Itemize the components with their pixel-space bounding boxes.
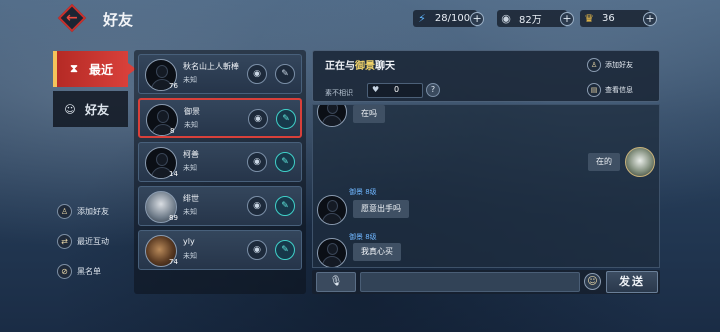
add-friend-label: 添加好友 (605, 61, 633, 69)
view-eye-icon[interactable]: ◉ (248, 109, 268, 129)
energy-counter: ⚡ 28/100 + (413, 10, 484, 27)
smiley-icon: ☺ (587, 276, 598, 287)
emoji-button[interactable]: ☺ (584, 273, 601, 290)
help-button[interactable]: ? (426, 83, 440, 97)
friend-status: 未知 (183, 164, 197, 172)
add-friend-side-label: 添加好友 (77, 206, 109, 216)
hourglass-icon: ⧗ (70, 62, 78, 75)
chat-brush-icon[interactable]: ✎ (275, 240, 295, 260)
view-eye-icon[interactable]: ◉ (247, 196, 267, 216)
chat-brush-icon[interactable]: ✎ (276, 109, 296, 129)
send-button[interactable]: 发送 (606, 271, 658, 293)
coin-counter: ◉ 82万 + (497, 10, 574, 27)
friend-card[interactable]: 76 秋名山上人斬棒 未知 ◉ ✎ (138, 54, 302, 94)
friend-card[interactable]: 89 绯世 未知 ◉ ✎ (138, 186, 302, 226)
friend-card[interactable]: 14 柯善 未知 ◉ ✎ (138, 142, 302, 182)
back-button[interactable]: ← (57, 3, 87, 33)
chat-title: 正在与御景聊天 (325, 61, 395, 72)
message-bubble: 在吗 (353, 105, 385, 123)
message-bubble: 我真心买 (353, 243, 401, 261)
back-arrow-icon: ← (57, 3, 87, 33)
add-crown-button[interactable]: + (643, 11, 657, 26)
blacklist-label: 黑名单 (77, 266, 101, 276)
intimacy-value: 0 (394, 85, 400, 94)
view-eye-icon[interactable]: ◉ (247, 240, 267, 260)
view-info-label: 查看信息 (605, 86, 633, 94)
tab-friends-label: 好友 (85, 102, 110, 117)
friend-name: 柯善 (183, 150, 199, 159)
chat-messages: 在吗 在的 御景 8级 愿意出手吗 御景 8级 我真心买 (312, 104, 660, 268)
page-title: 好友 (103, 11, 134, 29)
friend-status: 未知 (183, 252, 197, 260)
energy-value: 28/100 (434, 13, 471, 24)
heart-icon: ♥ (372, 85, 380, 94)
crown-counter: ♛ 36 + (580, 10, 657, 27)
blacklist-button[interactable]: ⊘ 黑名单 (57, 262, 101, 280)
crown-icon: ♛ (584, 12, 594, 25)
recent-interaction-label: 最近互动 (77, 236, 109, 246)
message-bubble: 愿意出手吗 (353, 200, 409, 218)
chat-header: 正在与御景聊天 素不相识 ♥ 0 ? ♙ 添加好友 ▤ 查看信息 (312, 50, 660, 102)
add-friend-icon: ♙ (57, 203, 72, 219)
interaction-icon: ⇄ (57, 233, 72, 249)
friends-icon: ☺ (64, 102, 76, 116)
voice-button[interactable]: 🎙 (316, 272, 356, 292)
friend-level: 74 (169, 258, 178, 266)
view-eye-icon[interactable]: ◉ (247, 64, 267, 84)
avatar (317, 195, 347, 225)
add-friend-icon: ♙ (587, 58, 601, 72)
friend-level: 8 (170, 127, 175, 135)
coin-value: 82万 (519, 15, 542, 26)
coin-icon: ◉ (501, 12, 511, 25)
add-coin-button[interactable]: + (560, 11, 574, 26)
chat-brush-icon[interactable]: ✎ (275, 196, 295, 216)
tab-friends[interactable]: ☺ 好友 (53, 91, 128, 127)
tab-recent-label: 最近 (89, 62, 114, 77)
recent-interaction-button[interactable]: ⇄ 最近互动 (57, 232, 109, 250)
avatar (317, 238, 347, 267)
profile-card-icon: ▤ (587, 83, 601, 97)
friend-card[interactable]: 74 yly 未知 ◉ ✎ (138, 230, 302, 270)
intimacy-value-box: ♥ 0 (367, 83, 423, 98)
tab-recent[interactable]: ⧗ 最近 (53, 51, 136, 87)
view-info-button[interactable]: ▤ 查看信息 (587, 82, 633, 98)
message-sender: 御景 8级 (349, 233, 377, 241)
friend-name: 秋名山上人斬棒 (183, 62, 239, 71)
intimacy-label: 素不相识 (325, 89, 353, 97)
friend-status: 未知 (183, 76, 197, 84)
friend-name: yly (183, 237, 195, 246)
message-sender: 御景 8级 (349, 188, 377, 196)
blacklist-icon: ⊘ (57, 263, 72, 279)
chat-partner-name: 御景 (355, 61, 375, 72)
top-bar: ← 好友 ⚡ 28/100 + ◉ 82万 + ♛ 36 + (0, 0, 720, 36)
avatar (625, 147, 655, 177)
avatar (317, 105, 347, 127)
friend-name: 绯世 (183, 194, 199, 203)
message-bubble: 在的 (588, 153, 620, 171)
view-eye-icon[interactable]: ◉ (247, 152, 267, 172)
lightning-icon: ⚡ (418, 12, 426, 25)
friend-card-selected[interactable]: 8 御景 未知 ◉ ✎ (138, 98, 302, 138)
friend-level: 76 (169, 82, 178, 90)
add-energy-button[interactable]: + (470, 11, 484, 26)
friend-level: 89 (169, 214, 178, 222)
add-friend-side-button[interactable]: ♙ 添加好友 (57, 202, 109, 220)
friend-name: 御景 (184, 107, 200, 116)
chat-brush-icon[interactable]: ✎ (275, 64, 295, 84)
message-input[interactable] (360, 272, 580, 292)
crown-value: 36 (602, 13, 615, 24)
friend-status: 未知 (184, 121, 198, 129)
friend-status: 未知 (183, 208, 197, 216)
friend-level: 14 (169, 170, 178, 178)
microphone-icon: 🎙 (329, 276, 343, 287)
add-friend-button[interactable]: ♙ 添加好友 (587, 57, 633, 73)
chat-brush-icon[interactable]: ✎ (275, 152, 295, 172)
